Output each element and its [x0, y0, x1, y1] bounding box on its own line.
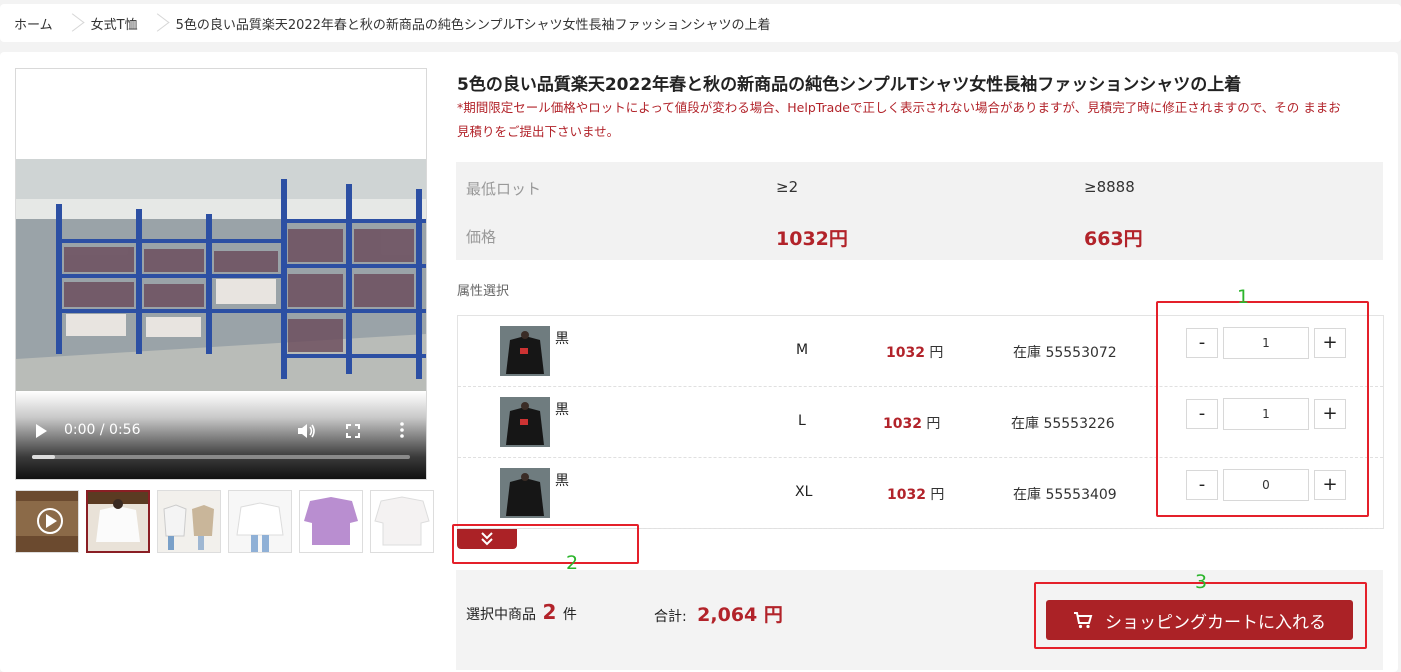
- thumbnail-4[interactable]: [299, 490, 363, 553]
- sku-price-unit: 円: [930, 487, 945, 503]
- attribute-selection-title: 属性選択: [457, 284, 510, 299]
- price-notice: *期間限定セール価格やロットによって値段が変わる場合、HelpTradeで正しく…: [457, 96, 1382, 144]
- annotation-number-3: 3: [1195, 571, 1208, 593]
- breadcrumb: ホーム 女式T恤 5色の良い品質楽天2022年春と秋の新商品の純色シンプルTシャ…: [0, 4, 1401, 42]
- sku-color: 黒: [555, 331, 569, 347]
- video-progress-bar[interactable]: [32, 455, 410, 459]
- sku-price: 1032 円: [886, 342, 943, 362]
- breadcrumb-category[interactable]: 女式T恤: [91, 14, 138, 33]
- selected-prefix: 選択中商品: [466, 607, 536, 623]
- sku-price-value: 1032: [887, 487, 926, 503]
- video-progress-fill: [32, 455, 55, 459]
- volume-icon[interactable]: [298, 423, 316, 439]
- price-tier-box: 最低ロット ≥2 ≥8888 価格 1032円 663円: [456, 162, 1383, 260]
- annotation-box-2: [452, 524, 639, 564]
- price-notice-line: *期間限定セール価格やロットによって値段が変わる場合、HelpTradeで正しく…: [457, 100, 1341, 115]
- min-lot-label: 最低ロット: [466, 180, 542, 198]
- thumbnail-5[interactable]: [370, 490, 434, 553]
- tier-2-lot: ≥8888: [1084, 178, 1135, 196]
- sku-size: M: [796, 342, 809, 358]
- breadcrumb-separator: [67, 10, 77, 36]
- product-video[interactable]: 0:00 / 0:56: [15, 68, 427, 480]
- sku-thumbnail: [500, 326, 550, 376]
- sku-color: 黒: [555, 402, 569, 418]
- sku-thumbnail: [500, 397, 550, 447]
- purple-shirt-image: [300, 491, 362, 552]
- price-label: 価格: [466, 228, 497, 246]
- sku-color: 黒: [555, 473, 569, 489]
- sku-price-value: 1032: [883, 416, 922, 432]
- sku-price: 1032 円: [883, 413, 940, 433]
- annotation-number-2: 2: [566, 552, 579, 574]
- breadcrumb-home[interactable]: ホーム: [14, 14, 53, 33]
- thumbnail-3[interactable]: [228, 490, 292, 553]
- total-label: 合計:: [654, 609, 687, 625]
- sku-price-value: 1032: [886, 345, 925, 361]
- price-notice-line: 見積りをご提出下さいませ。: [457, 124, 620, 139]
- play-icon[interactable]: [36, 424, 47, 438]
- two-models-image: [158, 491, 220, 552]
- total-value: 2,064 円: [697, 604, 783, 626]
- sku-size: XL: [795, 484, 813, 500]
- annotation-number-1: 1: [1237, 286, 1250, 308]
- tier-1-lot: ≥2: [776, 178, 799, 196]
- video-frame: [16, 159, 426, 391]
- sku-stock: 在庫 55553072: [1013, 345, 1117, 361]
- thumbnail-2[interactable]: [157, 490, 221, 553]
- sku-size: L: [798, 413, 806, 429]
- tier-1-price: 1032円: [776, 228, 848, 250]
- sku-thumbnail: [500, 468, 550, 518]
- thumbnail-1[interactable]: [86, 490, 150, 553]
- model-white-shirt-image: [88, 492, 148, 551]
- sku-price: 1032 円: [887, 484, 944, 504]
- breadcrumb-current: 5色の良い品質楽天2022年春と秋の新商品の純色シンプルTシャツ女性長袖ファッシ…: [175, 17, 771, 33]
- fullscreen-icon[interactable]: [346, 424, 360, 438]
- selected-items-count: 選択中商品 2 件: [466, 600, 577, 624]
- breadcrumb-separator: [152, 10, 162, 36]
- annotation-box-1: [1156, 301, 1369, 517]
- sku-stock: 在庫 55553409: [1013, 487, 1117, 503]
- white-shirt-image: [371, 491, 433, 552]
- thumbnail-video[interactable]: [15, 490, 79, 553]
- more-options-icon[interactable]: [399, 421, 405, 439]
- video-time: 0:00 / 0:56: [64, 422, 141, 438]
- sku-stock: 在庫 55553226: [1011, 416, 1115, 432]
- thumbnail-strip: [15, 490, 434, 553]
- sku-price-unit: 円: [926, 416, 941, 432]
- tier-2-price: 663円: [1084, 228, 1143, 250]
- selected-count: 2: [542, 600, 557, 624]
- selected-suffix: 件: [562, 607, 577, 623]
- product-title: 5色の良い品質楽天2022年春と秋の新商品の純色シンプルTシャツ女性長袖ファッシ…: [457, 75, 1242, 95]
- order-total: 合計: 2,064 円: [654, 600, 783, 627]
- video-thumbnail-icon: [16, 491, 78, 552]
- sku-price-unit: 円: [929, 345, 944, 361]
- model-white-top-image: [229, 491, 291, 552]
